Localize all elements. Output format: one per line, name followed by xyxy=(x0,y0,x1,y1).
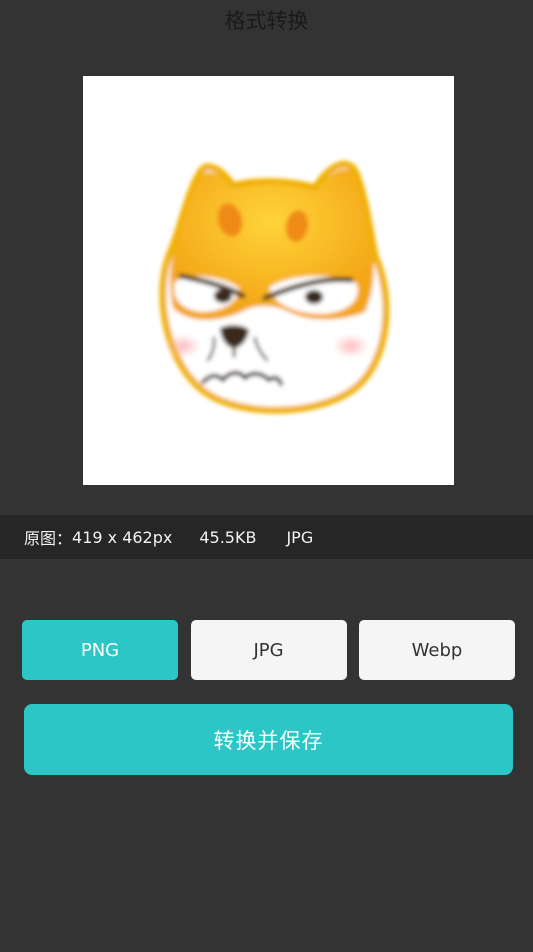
image-file-size: 45.5KB xyxy=(199,527,257,547)
format-converter-screen: 格式转换 原图： 419 x 462px 45.5KB JPG PNG JPG … xyxy=(0,0,533,952)
image-dimensions: 419 x 462px xyxy=(72,527,173,547)
convert-and-save-button[interactable]: 转换并保存 xyxy=(24,704,513,775)
page-title: 格式转换 xyxy=(224,9,309,33)
image-preview xyxy=(83,76,454,485)
format-jpg-button[interactable]: JPG xyxy=(190,620,347,680)
image-info-bar: 原图： 419 x 462px 45.5KB JPG xyxy=(0,515,533,559)
format-webp-button[interactable]: Webp xyxy=(359,620,515,680)
image-file-type: JPG xyxy=(286,527,314,547)
original-label: 原图： xyxy=(24,529,73,548)
shiba-emoji-image xyxy=(159,161,390,414)
format-png-button[interactable]: PNG xyxy=(22,620,178,680)
format-selector: PNG JPG Webp xyxy=(22,620,515,680)
